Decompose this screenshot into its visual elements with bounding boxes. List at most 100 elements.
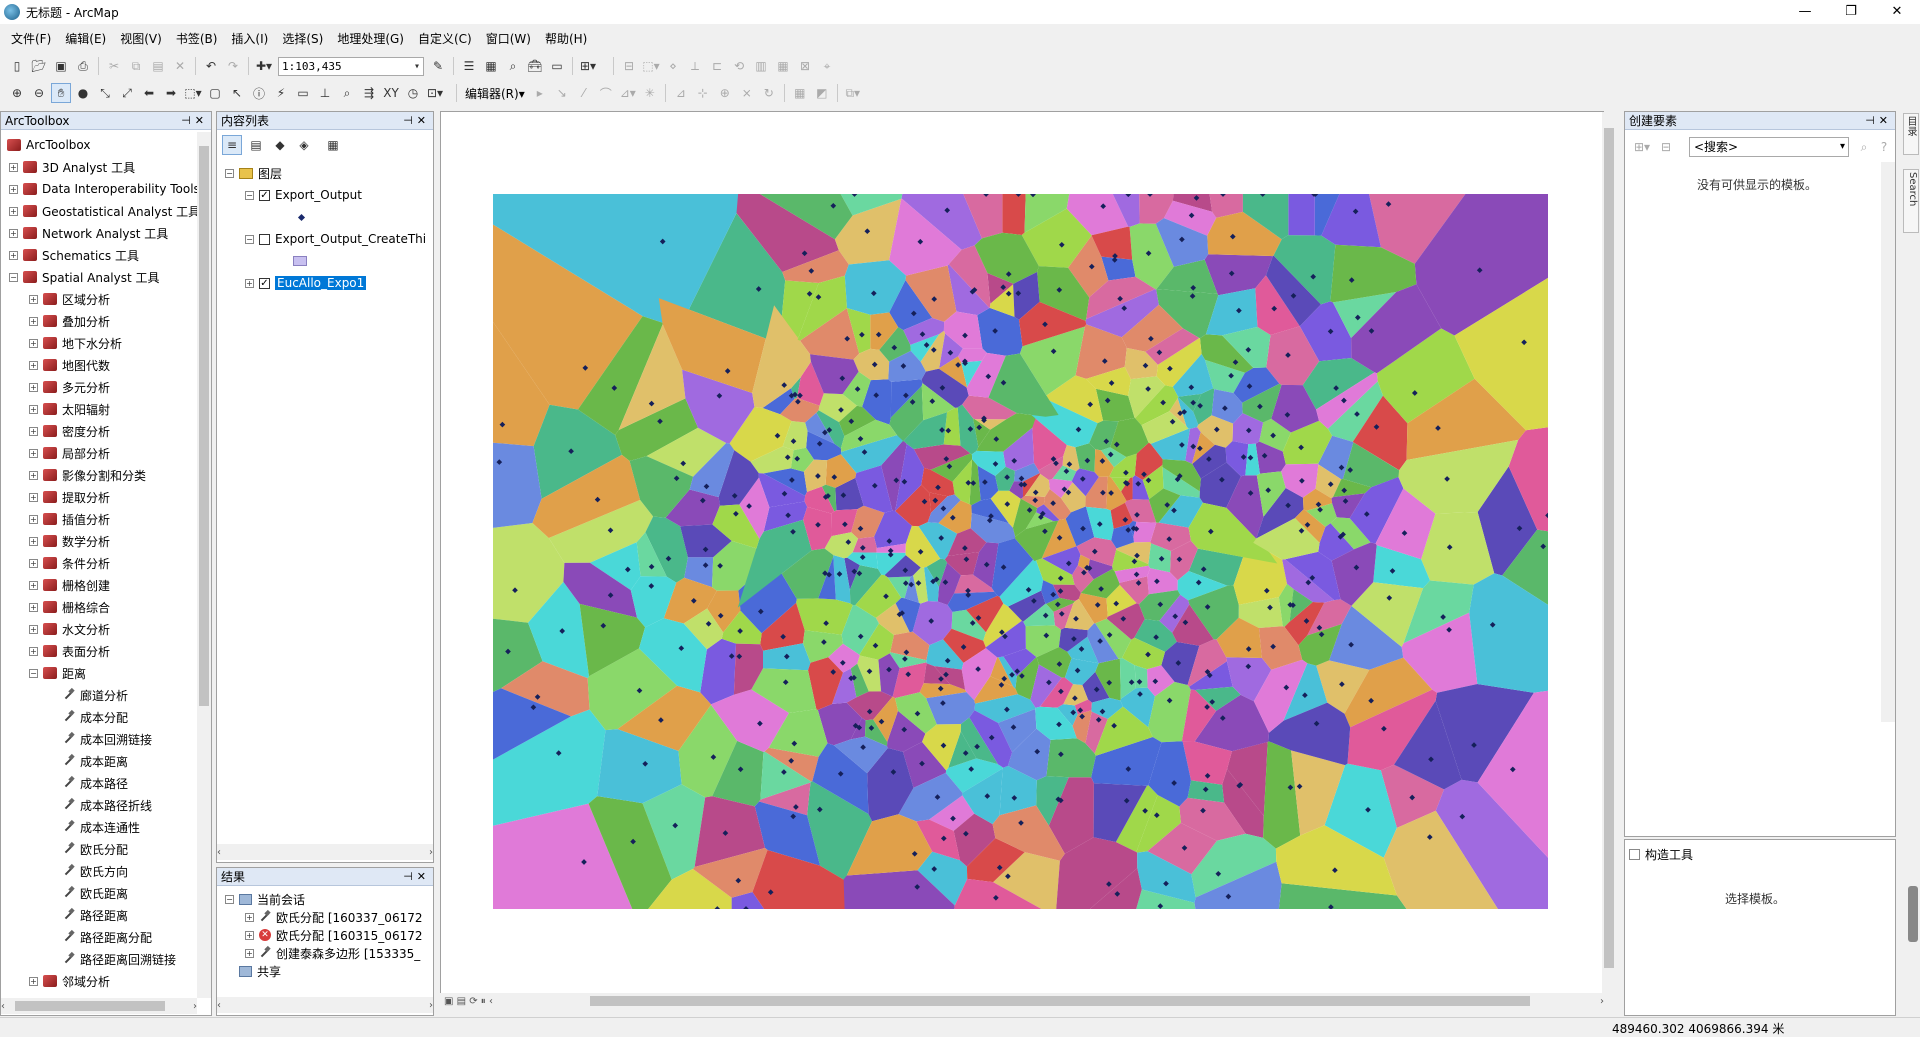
toolset-item[interactable]: + 太阳辐射 [29, 400, 110, 418]
select-elements-icon[interactable]: ↖ [227, 83, 247, 103]
list-by-source-icon[interactable]: ▤ [246, 135, 266, 155]
maximize-button[interactable]: ❐ [1828, 0, 1874, 24]
end-point-arc-icon[interactable]: ⌒ [596, 83, 616, 103]
polygon-symbol[interactable] [277, 252, 307, 270]
paste-icon[interactable]: ▤ [148, 56, 168, 76]
menu-customize[interactable]: 自定义(C) [411, 28, 479, 50]
current-session[interactable]: − 当前会话 [225, 890, 305, 908]
sketch-props2-icon[interactable]: ◩ [812, 83, 832, 103]
tool-item[interactable]: 欧氏方向 [63, 862, 128, 880]
georef-icon[interactable]: ⌖ [817, 56, 837, 76]
edit-tool-icon[interactable]: ▸ [530, 83, 550, 103]
topology-icon[interactable]: ⊠ [795, 56, 815, 76]
toolset-item[interactable]: + 数学分析 [29, 532, 110, 550]
toolset-item[interactable]: + 局部分析 [29, 444, 110, 462]
open-icon[interactable]: 📂︎ [29, 56, 49, 76]
go-to-xy-icon[interactable]: XY [381, 83, 401, 103]
result-item[interactable]: + 欧氏分配 [160337_06172 [245, 908, 422, 926]
undo-icon[interactable]: ↶ [201, 56, 221, 76]
list-by-visibility-icon[interactable]: ◆ [270, 135, 290, 155]
measure-icon[interactable]: ⊥ [315, 83, 335, 103]
html-popup-icon[interactable]: ▭ [293, 83, 313, 103]
menu-file[interactable]: 文件(F) [4, 28, 58, 50]
menu-windows[interactable]: 窗口(W) [479, 28, 538, 50]
map-vscroll[interactable] [1602, 112, 1616, 994]
toolbox-data-interop[interactable]: + Data Interoperability Tools [9, 180, 200, 198]
search-tab[interactable]: Search [1903, 169, 1919, 233]
panel-controls[interactable]: ⊣✕ [1865, 112, 1892, 130]
rotate-icon[interactable]: ⟲ [729, 56, 749, 76]
find-icon[interactable]: ⌕ [337, 83, 357, 103]
go-back-icon[interactable]: ⬅ [139, 83, 159, 103]
toolset-item[interactable]: + 密度分析 [29, 422, 110, 440]
toolset-item[interactable]: + 地图代数 [29, 356, 110, 374]
tool-item[interactable]: 路径距离 [63, 906, 128, 924]
delete-icon[interactable]: ✕ [170, 56, 190, 76]
rotate2-icon[interactable]: ↻ [759, 83, 779, 103]
layer-visibility-checkbox[interactable]: ✓ [259, 277, 270, 289]
toolset-item[interactable]: + 邻域分析 [29, 972, 110, 990]
tool-item[interactable]: 成本路径 [63, 774, 128, 792]
toolbox-vscroll[interactable] [197, 132, 211, 998]
toolbox-3d-analyst[interactable]: +3D Analyst 工具 [9, 158, 135, 176]
fixed-zoom-in-icon[interactable]: ⤡ [95, 83, 115, 103]
toolset-item[interactable]: + 栅格综合 [29, 598, 110, 616]
fixed-zoom-out-icon[interactable]: ⤢ [117, 83, 137, 103]
toolset-item[interactable]: + 插值分析 [29, 510, 110, 528]
toolset-item[interactable]: + 地下水分析 [29, 334, 122, 352]
hyperlink-icon[interactable]: ⚡ [271, 83, 291, 103]
print-icon[interactable]: ⎙ [73, 56, 93, 76]
search-window-icon[interactable]: ⌕ [503, 56, 523, 76]
templates-vscroll[interactable] [1881, 162, 1895, 722]
search-icon[interactable]: ⌕ [1854, 137, 1874, 157]
organize-templates-icon[interactable]: ⊞▾ [1632, 137, 1652, 157]
menu-geoprocessing[interactable]: 地理处理(G) [330, 28, 411, 50]
help-icon[interactable]: ? [1874, 137, 1894, 157]
tool-item[interactable]: 成本距离 [63, 752, 128, 770]
layer-visibility-checkbox[interactable] [259, 233, 270, 245]
layer-thiessen[interactable]: − Export_Output_CreateThiessenPolygons [245, 230, 425, 248]
catalog-icon[interactable]: ▦ [481, 56, 501, 76]
trace-icon[interactable]: ⊿▾ [618, 83, 638, 103]
split-tool-icon[interactable]: ⨯ [737, 83, 757, 103]
select-features-icon[interactable]: ⬚▾ [641, 56, 661, 76]
tool-item[interactable]: 欧氏分配 [63, 840, 128, 858]
edit-annotation-icon[interactable]: ↘ [552, 83, 572, 103]
editor-toolbar-icon[interactable]: ✎ [428, 56, 448, 76]
toolset-item[interactable]: + 水文分析 [29, 620, 110, 638]
save-icon[interactable]: ▣ [51, 56, 71, 76]
table-of-contents-icon[interactable]: ☰ [459, 56, 479, 76]
tool-item[interactable]: 路径距离回溯链接 [63, 950, 176, 968]
close-button[interactable]: ✕ [1874, 0, 1920, 24]
create-features-icon[interactable]: ⧉▾ [843, 83, 863, 103]
tool-item[interactable]: 廊道分析 [63, 686, 128, 704]
time-slider-icon[interactable]: ◷ [403, 83, 423, 103]
go-forward-icon[interactable]: ➡ [161, 83, 181, 103]
toolset-item[interactable]: + 提取分析 [29, 488, 110, 506]
toolbox-network-analyst[interactable]: + Network Analyst 工具 [9, 224, 168, 242]
select-by-rect-icon[interactable]: ⬚▾ [183, 83, 203, 103]
cut-icon[interactable]: ✂ [104, 56, 124, 76]
toolset-distance[interactable]: − 距离 [29, 664, 86, 682]
toolbox-schematics[interactable]: + Schematics 工具 [9, 246, 139, 264]
add-data-icon[interactable]: ✚▾ [254, 56, 274, 76]
viewer-window-icon[interactable]: ⊡▾ [425, 83, 445, 103]
full-extent-icon[interactable]: ● [73, 83, 93, 103]
layer-eucallo[interactable]: + ✓ EucAllo_Expo1 [245, 274, 367, 292]
minimize-button[interactable]: — [1782, 0, 1828, 24]
cut-polygons-icon[interactable]: ⊕ [715, 83, 735, 103]
layer-visibility-checkbox[interactable]: ✓ [259, 189, 270, 201]
tool-item[interactable]: 欧氏距离 [63, 884, 128, 902]
reshape2-icon[interactable]: ⊹ [693, 83, 713, 103]
redo-icon[interactable]: ↷ [223, 56, 243, 76]
layers-root[interactable]: − 图层 [225, 164, 282, 182]
layer-export-output[interactable]: − ✓ Export_Output [245, 186, 362, 204]
result-item[interactable]: + 创建泰森多边形 [153335_ [245, 944, 420, 962]
menu-selection[interactable]: 选择(S) [275, 28, 330, 50]
straight-segment-icon[interactable]: ⁄ [574, 83, 594, 103]
menu-view[interactable]: 视图(V) [113, 28, 169, 50]
toolset-item[interactable]: + 叠加分析 [29, 312, 110, 330]
options-icon[interactable]: ▦ [323, 135, 343, 155]
catalog-tab[interactable]: 目录 [1903, 113, 1919, 155]
attributes2-icon[interactable]: ▦ [790, 83, 810, 103]
